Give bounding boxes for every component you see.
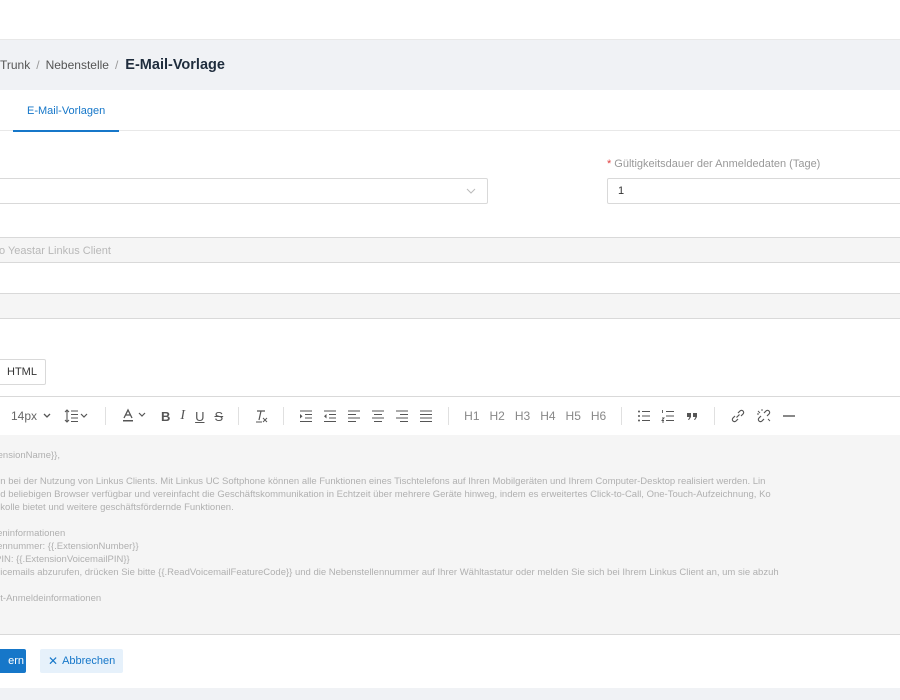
email-body-editor[interactable]: tensionName}}, en bei der Nutzung von Li… — [0, 435, 900, 635]
link-icon[interactable] — [725, 404, 751, 428]
editor-line: leninformationen — [0, 528, 66, 539]
editor-line: tensionName}}, — [0, 450, 60, 461]
font-color-icon[interactable] — [116, 404, 156, 428]
tab-bar: E-Mail-Vorlagen — [0, 90, 900, 132]
html-mode-button[interactable]: HTML — [0, 359, 46, 385]
strikethrough-button[interactable]: S — [209, 404, 228, 428]
editor-line: en bei der Nutzung von Linkus Clients. M… — [0, 476, 766, 487]
align-justify-icon[interactable] — [414, 404, 438, 428]
breadcrumb-separator: / — [114, 58, 119, 72]
heading-1-button[interactable]: H1 — [459, 404, 484, 428]
align-center-icon[interactable] — [366, 404, 390, 428]
editor-line: lennummer: {{.ExtensionNumber}} — [0, 541, 139, 552]
font-size-select[interactable]: 14px — [0, 404, 57, 428]
outdent-icon[interactable] — [318, 404, 342, 428]
close-icon: ✕ — [48, 654, 59, 668]
toolbar-divider — [283, 407, 285, 425]
breadcrumb: Trunk / Nebenstelle / E-Mail-Vorlage — [0, 40, 900, 90]
toolbar-divider — [105, 407, 107, 425]
breadcrumb-extension[interactable]: Nebenstelle — [46, 58, 109, 72]
editor-line: PIN: {{.ExtensionVoicemailPIN}} — [0, 554, 130, 565]
editor-line — [0, 462, 900, 475]
clear-format-icon[interactable] — [249, 404, 273, 428]
editor-line: nd beliebigen Browser verfügbar und vere… — [0, 489, 771, 500]
heading-4-button[interactable]: H4 — [535, 404, 560, 428]
underline-button[interactable]: U — [190, 404, 209, 428]
indent-icon[interactable] — [294, 404, 318, 428]
breadcrumb-separator: / — [36, 58, 40, 72]
horizontal-rule-icon[interactable] — [777, 404, 801, 428]
font-size-value: 14px — [11, 409, 38, 423]
chevron-down-icon — [466, 188, 476, 194]
top-bar — [0, 0, 900, 40]
editor-line — [0, 579, 900, 592]
blockquote-icon[interactable] — [680, 404, 704, 428]
toolbar-divider — [714, 407, 716, 425]
editor-line: okolle bietet und weitere geschäftsförde… — [0, 502, 234, 513]
chevron-down-icon — [43, 413, 51, 418]
tab-email-templates[interactable]: E-Mail-Vorlagen — [13, 90, 120, 132]
form-actions: ern ✕ Abbrechen — [0, 648, 124, 674]
bold-button[interactable]: B — [156, 404, 175, 428]
breadcrumb-trunk[interactable]: Trunk — [0, 58, 30, 72]
content-card: E-Mail-Vorlagen * Gültigkeitsdauer der An… — [0, 90, 900, 688]
cancel-button[interactable]: ✕ Abbrechen — [40, 649, 124, 673]
required-marker: * — [607, 158, 612, 170]
page-title: E-Mail-Vorlage — [125, 57, 225, 73]
unlink-icon[interactable] — [751, 404, 777, 428]
save-button[interactable]: ern — [0, 649, 26, 673]
email-field-row[interactable] — [0, 293, 900, 319]
validity-label: * Gültigkeitsdauer der Anmeldedaten (Tage… — [607, 158, 820, 170]
cancel-button-label: Abbrechen — [62, 655, 116, 667]
align-left-icon[interactable] — [342, 404, 366, 428]
heading-2-button[interactable]: H2 — [485, 404, 510, 428]
heading-5-button[interactable]: H5 — [561, 404, 586, 428]
validity-label-text: Gültigkeitsdauer der Anmeldedaten (Tage) — [614, 158, 821, 170]
subject-field[interactable]: o Yeastar Linkus Client — [0, 237, 900, 263]
toolbar-divider — [238, 407, 240, 425]
validity-input[interactable] — [607, 178, 900, 204]
align-right-icon[interactable] — [390, 404, 414, 428]
editor-line: oicemails abzurufen, drücken Sie bitte {… — [0, 567, 779, 578]
numbered-list-icon[interactable] — [656, 404, 680, 428]
bullet-list-icon[interactable] — [632, 404, 656, 428]
line-height-icon[interactable] — [57, 404, 95, 428]
italic-button[interactable]: I — [175, 404, 190, 428]
template-select[interactable] — [0, 178, 488, 204]
heading-6-button[interactable]: H6 — [586, 404, 611, 428]
editor-line: nt-Anmeldeinformationen — [0, 593, 102, 604]
toolbar-divider — [621, 407, 623, 425]
editor-toolbar: 14px B I U S H1 H2 H3 H4 H5 H6 — [0, 396, 900, 436]
editor-line — [0, 514, 900, 527]
toolbar-divider — [448, 407, 450, 425]
heading-3-button[interactable]: H3 — [510, 404, 535, 428]
